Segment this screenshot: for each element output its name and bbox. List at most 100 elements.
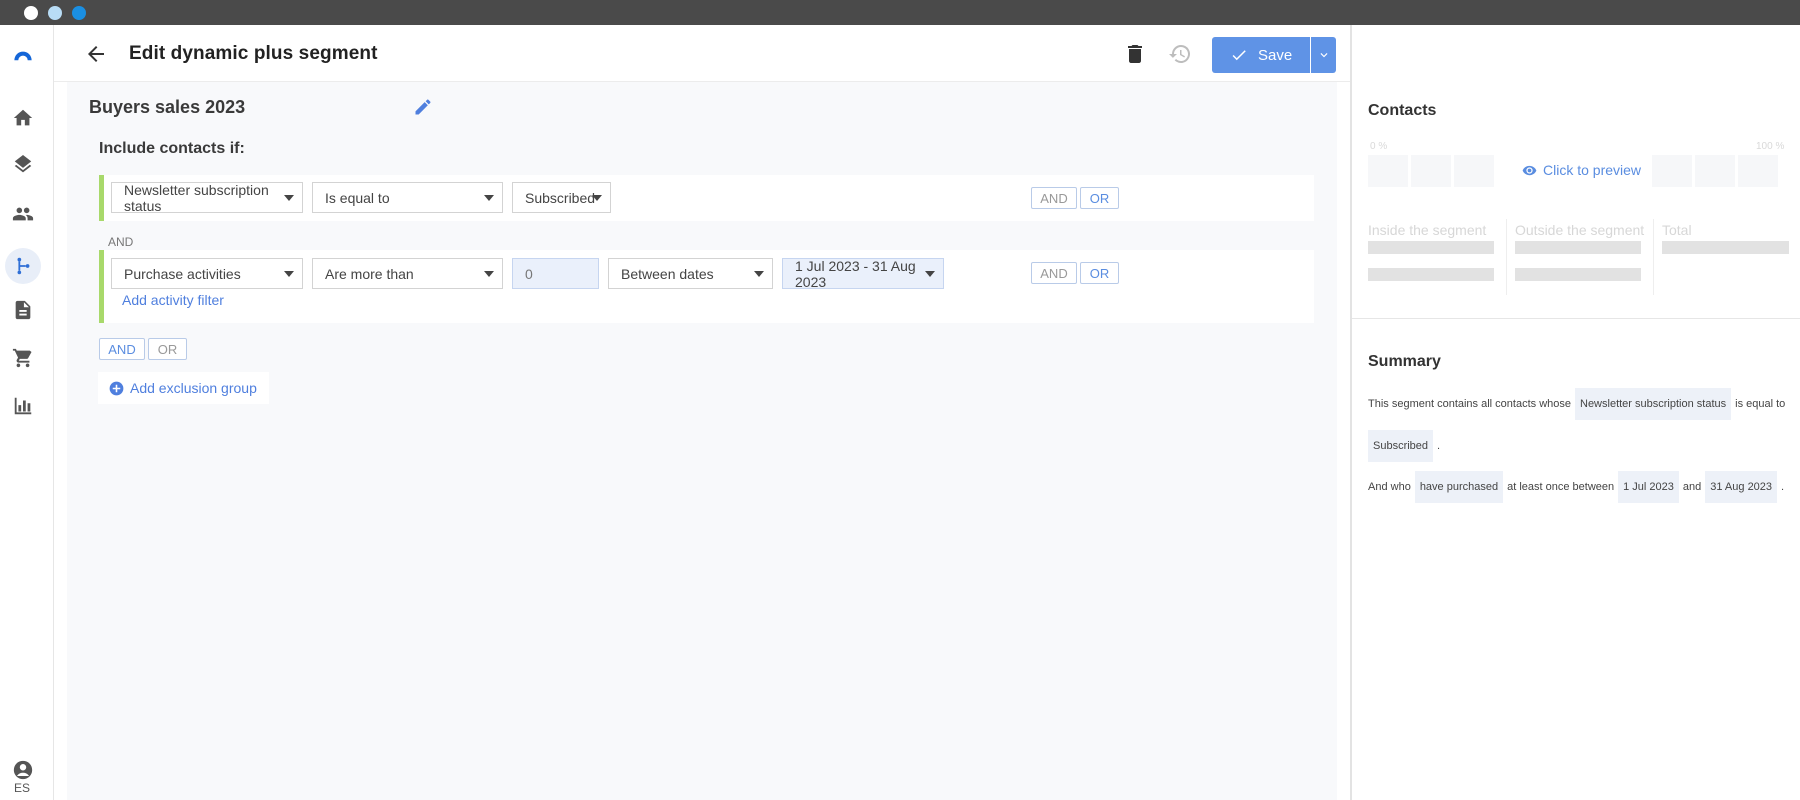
- save-button[interactable]: Save: [1212, 37, 1310, 73]
- percent-min-label: 0 %: [1370, 141, 1388, 152]
- outside-label: Outside the segment: [1515, 222, 1645, 238]
- and-separator: AND: [108, 235, 134, 249]
- include-label: Include contacts if:: [99, 140, 245, 157]
- click-to-preview[interactable]: Click to preview: [1522, 162, 1641, 178]
- caret-down-icon: [284, 271, 294, 277]
- window-minimize-dot[interactable]: [48, 6, 62, 20]
- group-or-button[interactable]: OR: [148, 338, 187, 360]
- condition-and-button[interactable]: AND: [1031, 262, 1077, 284]
- cart-icon[interactable]: [11, 346, 35, 370]
- contacts-title: Contacts: [1368, 102, 1437, 119]
- add-activity-filter-link[interactable]: Add activity filter: [122, 292, 224, 308]
- summary-text: .: [1781, 481, 1785, 493]
- count-input[interactable]: 0: [512, 258, 599, 289]
- summary-line-2: Subscribed .: [1368, 430, 1440, 462]
- caret-down-icon: [754, 271, 764, 277]
- preview-cell: [1368, 155, 1408, 187]
- segments-icon[interactable]: [5, 248, 41, 284]
- summary-line-1: This segment contains all contacts whose…: [1368, 388, 1785, 420]
- activity-select-value: Purchase activities: [124, 265, 241, 282]
- preview-label: Click to preview: [1543, 162, 1642, 178]
- field-select[interactable]: Newsletter subscription status: [111, 181, 303, 214]
- logo-icon[interactable]: [9, 42, 37, 66]
- condition-or-button[interactable]: OR: [1080, 187, 1119, 209]
- summary-text: This segment contains all contacts whose: [1368, 398, 1571, 410]
- condition-or-button[interactable]: OR: [1080, 262, 1119, 284]
- comparison-select-value: Are more than: [325, 265, 414, 282]
- total-label: Total: [1662, 222, 1692, 238]
- stat-divider: [1653, 219, 1654, 295]
- back-arrow-icon[interactable]: [84, 42, 108, 66]
- condition-row-2: Purchase activities Are more than 0 Betw…: [99, 250, 1314, 323]
- main-panel: Edit dynamic plus segment Save Buyers sa…: [54, 25, 1350, 800]
- summary-chip: have purchased: [1414, 471, 1504, 503]
- page-header: Edit dynamic plus segment Save: [54, 25, 1350, 82]
- summary-chip: Subscribed: [1368, 430, 1434, 462]
- summary-chip: Newsletter subscription status: [1575, 388, 1732, 420]
- value-select[interactable]: Subscribed: [512, 182, 611, 213]
- eye-icon: [1522, 165, 1537, 175]
- summary-text: at least once between: [1507, 481, 1615, 493]
- preview-cell: [1738, 155, 1778, 187]
- inside-count-placeholder: [1368, 241, 1494, 254]
- date-range-select[interactable]: 1 Jul 2023 - 31 Aug 2023: [782, 257, 944, 290]
- summary-text: .: [1437, 440, 1441, 452]
- panel-divider: [1352, 318, 1800, 319]
- outside-percent-placeholder: [1515, 268, 1641, 281]
- window-titlebar: [0, 0, 1800, 25]
- preview-cell: [1411, 155, 1451, 187]
- operator-select[interactable]: Is equal to: [312, 182, 503, 213]
- condition-row-1: Newsletter subscription status Is equal …: [99, 175, 1314, 221]
- summary-text: And who: [1368, 481, 1411, 493]
- period-select[interactable]: Between dates: [608, 258, 773, 289]
- caret-down-icon: [592, 195, 602, 201]
- window-maximize-dot[interactable]: [72, 6, 86, 20]
- reports-icon[interactable]: [11, 394, 35, 418]
- add-exclusion-label: Add exclusion group: [130, 380, 257, 396]
- caret-down-icon: [284, 195, 294, 201]
- operator-select-value: Is equal to: [325, 189, 390, 206]
- trash-icon[interactable]: [1123, 42, 1147, 66]
- summary-chip: 31 Aug 2023: [1705, 471, 1778, 503]
- period-select-value: Between dates: [621, 265, 714, 282]
- restore-icon[interactable]: [1168, 42, 1192, 66]
- caret-down-icon: [484, 271, 494, 277]
- save-options-dropdown[interactable]: [1311, 37, 1336, 73]
- value-select-value: Subscribed: [525, 189, 596, 206]
- segment-name: Buyers sales 2023: [89, 97, 246, 117]
- comparison-select[interactable]: Are more than: [312, 258, 503, 289]
- preview-cell: [1695, 155, 1735, 187]
- left-nav-rail: ES: [0, 25, 54, 800]
- home-icon[interactable]: [11, 106, 35, 130]
- date-range-value: 1 Jul 2023 - 31 Aug 2023: [795, 257, 916, 290]
- right-side-panel: Contacts 0 % 100 % Click to preview Insi…: [1350, 25, 1800, 800]
- layers-icon[interactable]: [11, 154, 35, 178]
- language-label[interactable]: ES: [14, 781, 30, 795]
- group-and-button[interactable]: AND: [99, 338, 145, 360]
- segment-editor-canvas: Buyers sales 2023 Include contacts if: N…: [67, 82, 1337, 800]
- field-select-value: Newsletter subscription status: [124, 181, 269, 214]
- contacts-icon[interactable]: [11, 202, 35, 226]
- caret-down-icon: [925, 271, 935, 277]
- summary-chip: 1 Jul 2023: [1618, 471, 1679, 503]
- document-icon[interactable]: [11, 298, 35, 322]
- account-icon[interactable]: [11, 758, 35, 782]
- save-button-label: Save: [1258, 46, 1293, 64]
- window-close-dot[interactable]: [24, 6, 38, 20]
- summary-text: and: [1682, 481, 1702, 493]
- condition-and-button[interactable]: AND: [1031, 187, 1077, 209]
- caret-down-icon: [484, 195, 494, 201]
- edit-pencil-icon[interactable]: [413, 97, 433, 117]
- summary-title: Summary: [1368, 353, 1441, 370]
- check-icon: [1232, 50, 1246, 61]
- total-count-placeholder: [1662, 241, 1789, 254]
- activity-select[interactable]: Purchase activities: [111, 258, 303, 289]
- add-exclusion-group-button[interactable]: Add exclusion group: [98, 372, 269, 404]
- preview-cell: [1454, 155, 1494, 187]
- chevron-down-icon: [1320, 53, 1327, 58]
- summary-line-3: And who have purchased at least once bet…: [1368, 471, 1784, 503]
- percent-max-label: 100 %: [1756, 141, 1785, 152]
- plus-circle-icon: [109, 381, 124, 395]
- stat-divider: [1506, 219, 1507, 295]
- page-title: Edit dynamic plus segment: [129, 43, 378, 64]
